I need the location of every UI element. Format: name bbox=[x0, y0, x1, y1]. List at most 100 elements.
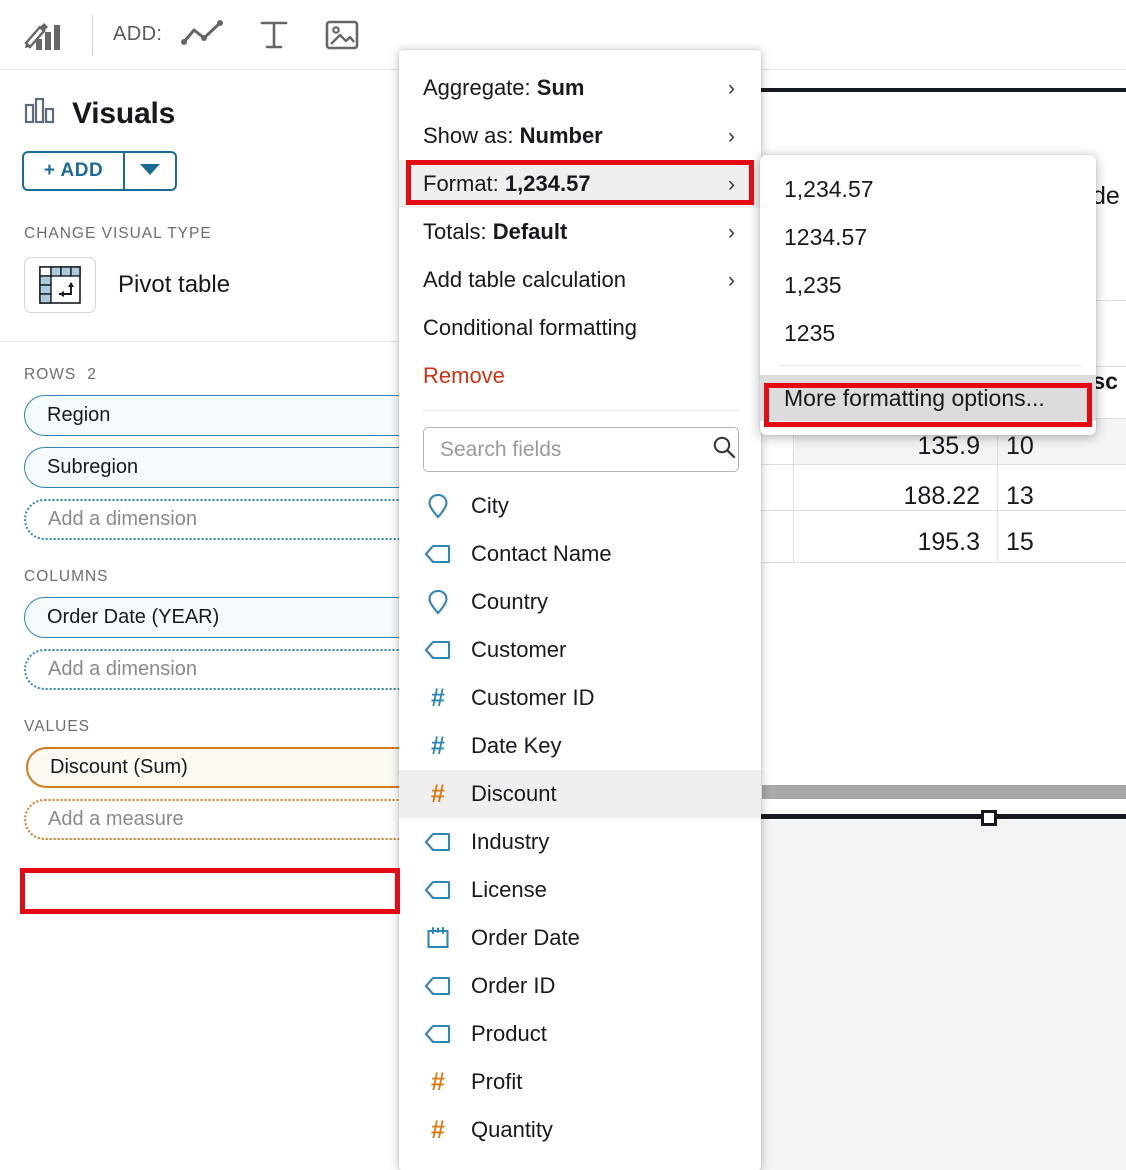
field-row-order-date[interactable]: Order Date bbox=[399, 914, 761, 962]
search-icon bbox=[711, 434, 737, 465]
rows-pill-label: Region bbox=[47, 404, 110, 427]
field-row-contact-name[interactable]: Contact Name bbox=[399, 530, 761, 578]
rows-add-dimension-dropzone[interactable]: Add a dimension bbox=[24, 499, 400, 540]
format-option-label: 1,235 bbox=[784, 272, 842, 299]
tag-icon bbox=[425, 880, 451, 900]
more-formatting-options-label: More formatting options... bbox=[784, 385, 1045, 412]
hash-icon: # bbox=[425, 734, 451, 759]
values-placeholder: Add a measure bbox=[48, 808, 184, 831]
columns-section: COLUMNS Order Date (YEAR) Add a dimensio… bbox=[0, 540, 400, 690]
text-box-icon[interactable] bbox=[254, 15, 294, 55]
pivot-cell: 10 bbox=[1006, 432, 1126, 461]
add-label: ADD: bbox=[113, 23, 162, 46]
toolbar-divider bbox=[92, 15, 93, 55]
values-label: VALUES bbox=[24, 718, 90, 736]
pivot-table-icon[interactable] bbox=[24, 257, 96, 313]
field-label: Industry bbox=[471, 829, 549, 855]
field-context-menu: Aggregate: Sum › Show as: Number › Forma… bbox=[399, 50, 761, 1170]
field-row-date-key[interactable]: # Date Key bbox=[399, 722, 761, 770]
columns-pill-label: Order Date (YEAR) bbox=[47, 606, 219, 629]
values-pill-discount-sum[interactable]: Discount (Sum) bbox=[26, 747, 400, 788]
field-row-city[interactable]: City bbox=[399, 482, 761, 530]
pivot-row-divider bbox=[760, 562, 1126, 563]
tag-icon bbox=[425, 976, 451, 996]
change-visual-type-section: CHANGE VISUAL TYPE bbox=[0, 191, 400, 313]
columns-pill-order-date[interactable]: Order Date (YEAR) bbox=[24, 597, 400, 638]
menu-item-conditional-formatting[interactable]: Conditional formatting bbox=[399, 304, 761, 352]
format-option-label: 1,234.57 bbox=[784, 176, 874, 203]
field-label: Order Date bbox=[471, 925, 580, 951]
image-icon[interactable] bbox=[322, 15, 362, 55]
tag-icon bbox=[425, 544, 451, 564]
hash-icon: # bbox=[425, 1070, 451, 1095]
menu-item-conditional-formatting-label: Conditional formatting bbox=[423, 315, 637, 341]
field-row-order-id[interactable]: Order ID bbox=[399, 962, 761, 1010]
search-input[interactable] bbox=[440, 438, 711, 462]
menu-item-format-value: 1,234.57 bbox=[505, 171, 591, 196]
field-row-discount[interactable]: # Discount bbox=[399, 770, 761, 818]
field-label: City bbox=[471, 493, 509, 519]
chevron-right-icon: › bbox=[728, 78, 735, 99]
rows-pill-region[interactable]: Region bbox=[24, 395, 400, 436]
values-pill-label: Discount (Sum) bbox=[50, 756, 188, 779]
rows-section: ROWS 2 Region Subregion Add a dimension bbox=[0, 342, 400, 540]
field-row-product[interactable]: Product bbox=[399, 1010, 761, 1058]
search-fields-box[interactable] bbox=[423, 427, 739, 472]
field-label: Order ID bbox=[471, 973, 555, 999]
menu-item-aggregate[interactable]: Aggregate: Sum › bbox=[399, 64, 761, 112]
pivot-lower-background bbox=[760, 820, 1126, 1170]
field-row-license[interactable]: License bbox=[399, 866, 761, 914]
field-label: Customer bbox=[471, 637, 566, 663]
field-row-country[interactable]: Country bbox=[399, 578, 761, 626]
menu-item-remove[interactable]: Remove bbox=[399, 352, 761, 400]
add-visual-dropdown-button[interactable] bbox=[123, 153, 175, 189]
hash-icon: # bbox=[425, 686, 451, 711]
more-formatting-options-button[interactable]: More formatting options... bbox=[760, 375, 1096, 421]
chevron-right-icon: › bbox=[728, 270, 735, 291]
format-option-plain-integer[interactable]: 1235 bbox=[760, 309, 1096, 357]
menu-item-show-as-label: Show as: bbox=[423, 123, 514, 148]
pivot-cell: 135.9 bbox=[860, 432, 980, 461]
pivot-cell: 188.22 bbox=[860, 482, 980, 511]
field-row-customer[interactable]: Customer bbox=[399, 626, 761, 674]
format-option-grouped-decimal[interactable]: 1,234.57 bbox=[760, 165, 1096, 213]
values-add-measure-dropzone[interactable]: Add a measure bbox=[24, 799, 400, 840]
add-visual-label: + ADD bbox=[44, 160, 103, 182]
add-visual-button[interactable]: + ADD bbox=[24, 153, 123, 189]
format-option-grouped-integer[interactable]: 1,235 bbox=[760, 261, 1096, 309]
menu-item-aggregate-value: Sum bbox=[537, 75, 585, 100]
field-label: Country bbox=[471, 589, 548, 615]
page-title: Visuals bbox=[72, 97, 175, 131]
menu-item-add-table-calculation[interactable]: Add table calculation › bbox=[399, 256, 761, 304]
field-row-profit[interactable]: # Profit bbox=[399, 1058, 761, 1106]
field-row-quantity[interactable]: # Quantity bbox=[399, 1106, 761, 1154]
column-resize-handle[interactable] bbox=[981, 810, 997, 826]
location-pin-icon bbox=[425, 493, 451, 519]
calendar-icon bbox=[425, 926, 451, 950]
line-chart-icon[interactable] bbox=[180, 18, 226, 52]
format-submenu: 1,234.57 1234.57 1,235 1235 More formatt… bbox=[760, 155, 1096, 435]
app-root: ADD: de bbox=[0, 0, 1126, 1170]
format-option-plain-decimal[interactable]: 1234.57 bbox=[760, 213, 1096, 261]
field-row-industry[interactable]: Industry bbox=[399, 818, 761, 866]
field-label: Quantity bbox=[471, 1117, 553, 1143]
menu-item-add-table-calculation-label: Add table calculation bbox=[423, 267, 626, 293]
rows-pill-subregion[interactable]: Subregion bbox=[24, 447, 400, 488]
columns-placeholder: Add a dimension bbox=[48, 658, 197, 681]
rows-placeholder: Add a dimension bbox=[48, 508, 197, 531]
field-label: License bbox=[471, 877, 547, 903]
field-label: Contact Name bbox=[471, 541, 612, 567]
rows-pill-label: Subregion bbox=[47, 456, 138, 479]
chevron-right-icon: › bbox=[728, 126, 735, 147]
edit-visual-icon[interactable] bbox=[22, 15, 66, 55]
horizontal-scrollbar[interactable] bbox=[762, 785, 1126, 799]
menu-item-show-as[interactable]: Show as: Number › bbox=[399, 112, 761, 160]
field-row-customer-id[interactable]: # Customer ID bbox=[399, 674, 761, 722]
tag-icon bbox=[425, 1024, 451, 1044]
menu-item-aggregate-label: Aggregate: bbox=[423, 75, 531, 100]
menu-item-format[interactable]: Format: 1,234.57 › bbox=[399, 160, 761, 208]
rows-label: ROWS bbox=[24, 366, 76, 384]
columns-add-dimension-dropzone[interactable]: Add a dimension bbox=[24, 649, 400, 690]
menu-item-totals[interactable]: Totals: Default › bbox=[399, 208, 761, 256]
rows-count: 2 bbox=[87, 366, 96, 384]
